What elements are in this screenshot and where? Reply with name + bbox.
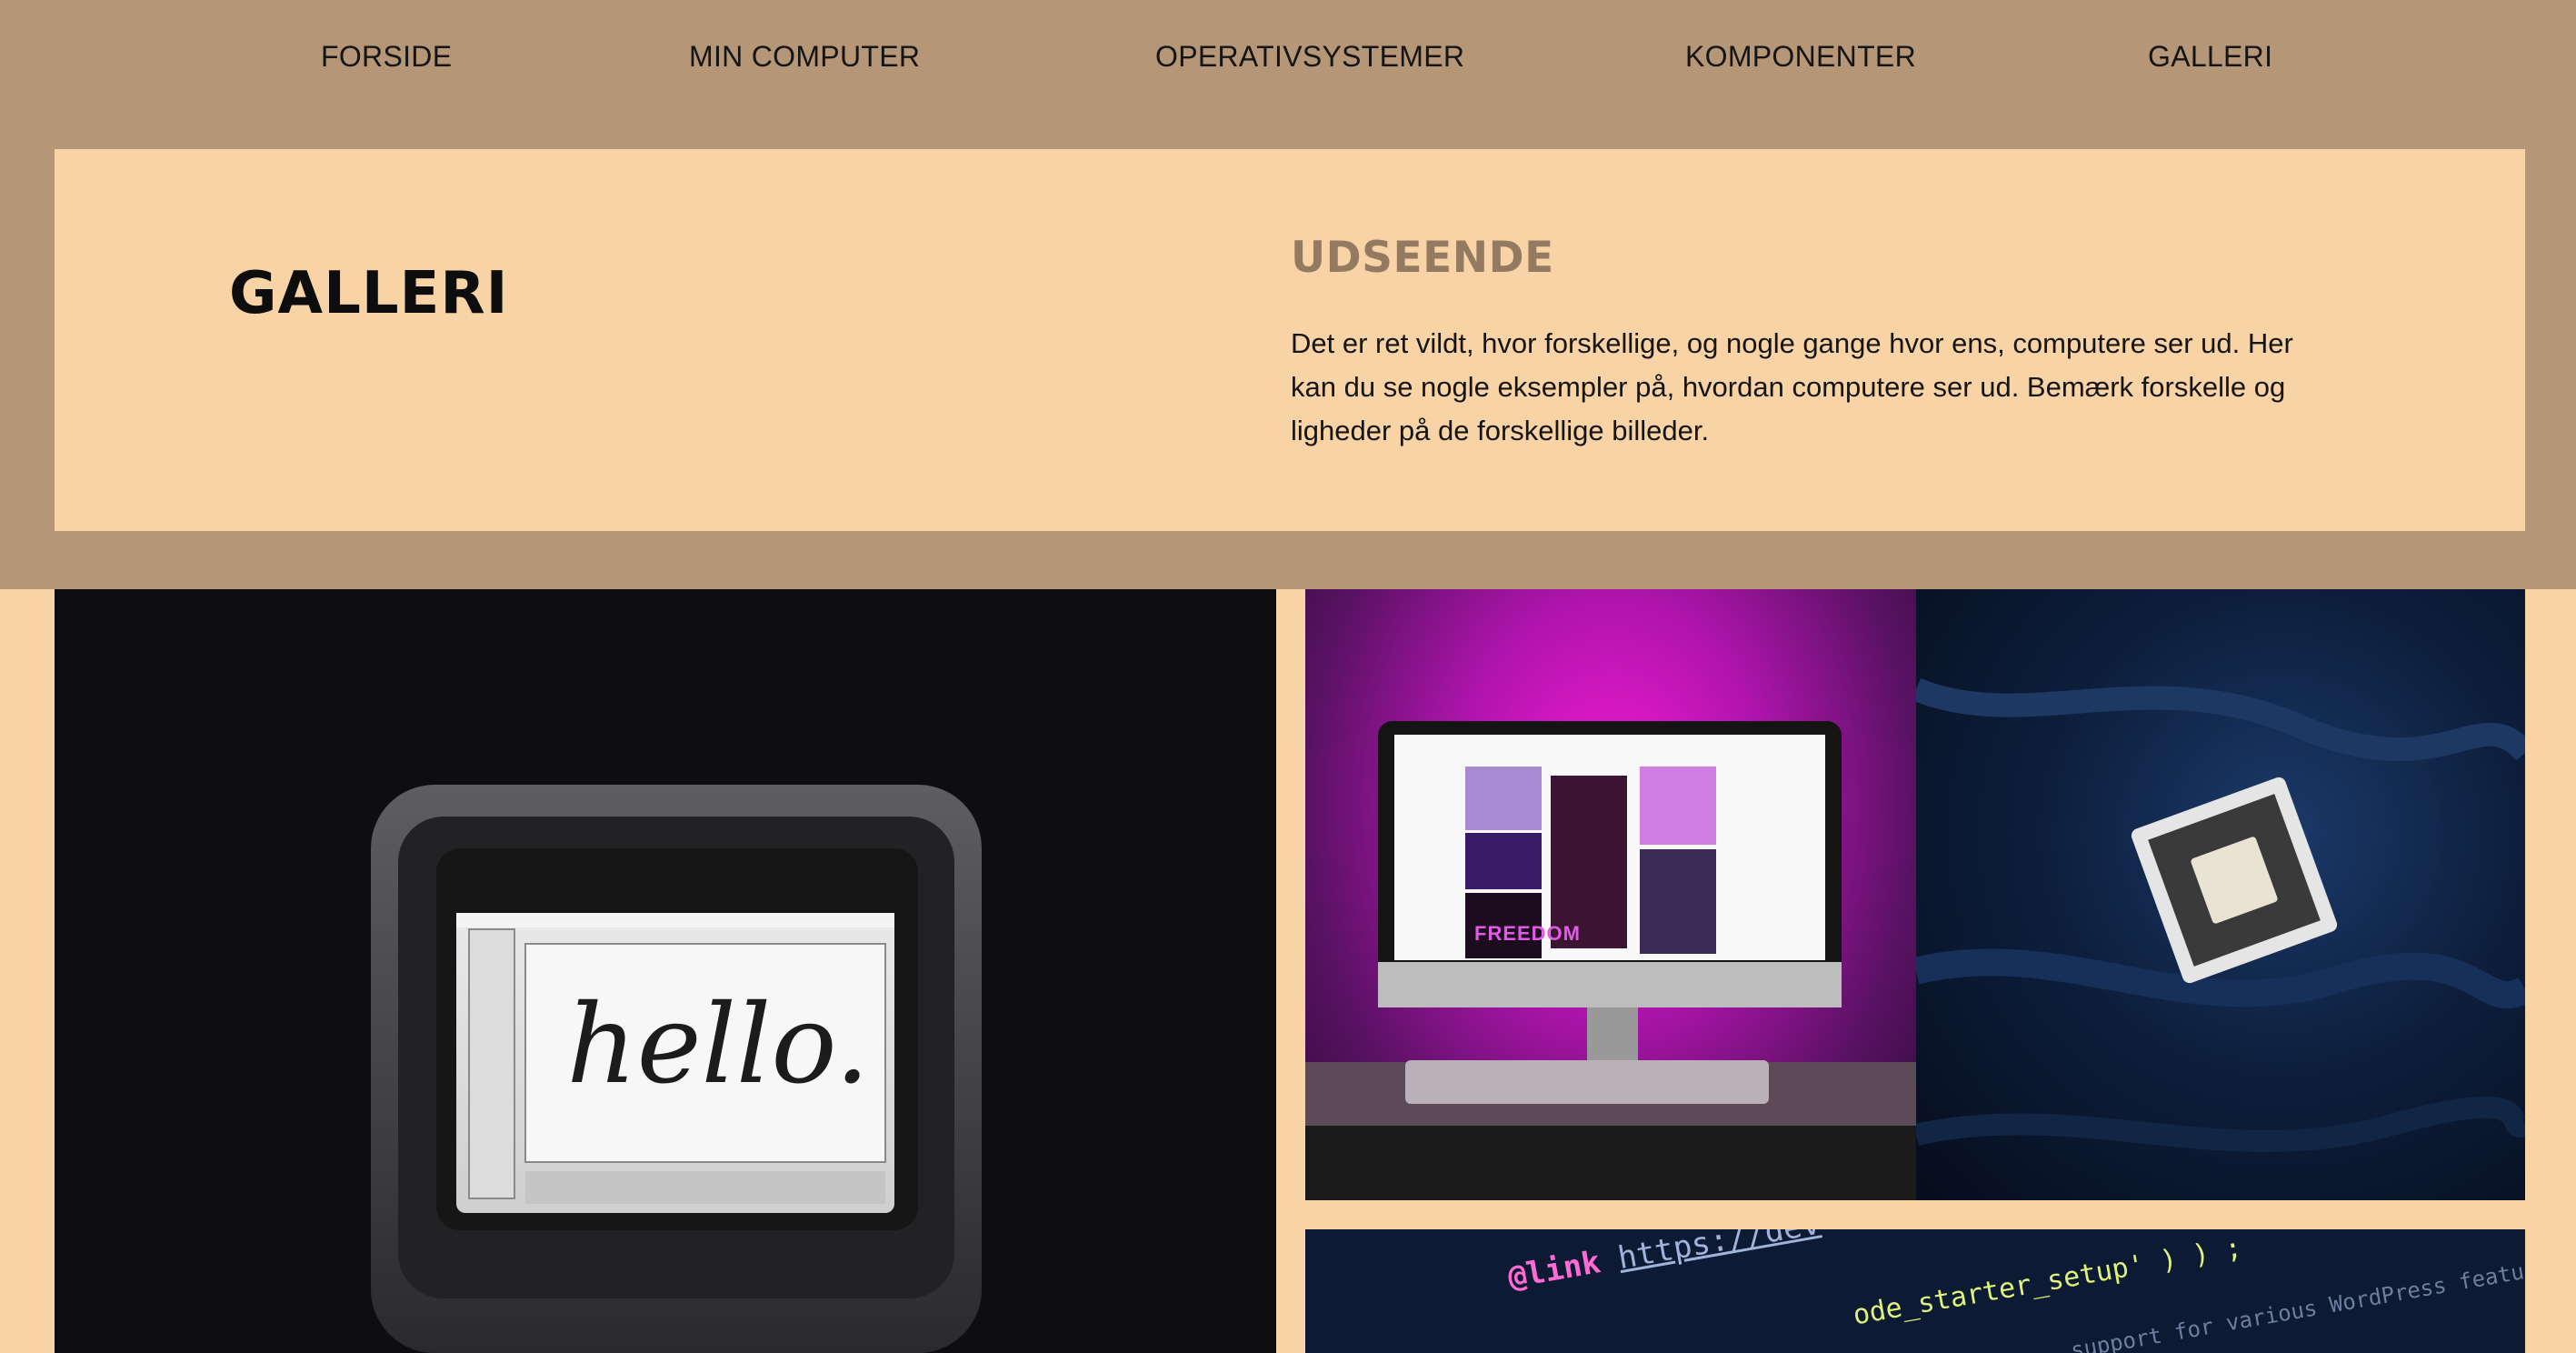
section-description: Det er ret vildt, hvor forskellige, og n… <box>1291 327 2293 446</box>
cpu-illustration <box>1916 677 2525 1153</box>
code-url: https://dev <box>1614 1229 1823 1278</box>
nav-item-komponenter[interactable]: KOMPONENTER <box>1685 40 1916 74</box>
pink-screen-text: FREEDOM <box>1474 922 1581 945</box>
hero-panel: GALLERI UDSEENDE Det er ret vildt, hvor … <box>55 149 2525 531</box>
code-keyword: @link <box>1505 1244 1603 1297</box>
nav-item-min-computer[interactable]: MIN COMPUTER <box>689 40 920 74</box>
pink-desk-illustration <box>1305 721 1916 1200</box>
gallery-image-retro-mac[interactable]: hello. <box>55 589 1276 1353</box>
gallery-image-pink-desk[interactable]: FREEDOM <box>1305 589 1916 1200</box>
nav-item-forside[interactable]: FORSIDE <box>321 40 452 74</box>
retro-mac-illustration <box>55 589 1276 1353</box>
nav-item-operativsystemer[interactable]: OPERATIVSYSTEMER <box>1155 40 1464 74</box>
main-nav: FORSIDE MIN COMPUTER OPERATIVSYSTEMER KO… <box>0 0 2576 118</box>
code-line-1-tail: ode_starter_setup' ) ) ; <box>1851 1231 2244 1332</box>
mac-screen-text: hello. <box>566 982 870 1108</box>
code-line-1: @link https://dev <box>1505 1229 1823 1296</box>
gallery-image-cpu[interactable] <box>1916 589 2525 1200</box>
page-title: GALLERI <box>229 260 509 327</box>
section-subtitle: UDSEENDE <box>1291 233 1554 283</box>
gallery-image-code[interactable]: @link https://dev ode_starter_setup' ) )… <box>1305 1229 2525 1353</box>
nav-item-galleri[interactable]: GALLERI <box>2148 40 2272 74</box>
